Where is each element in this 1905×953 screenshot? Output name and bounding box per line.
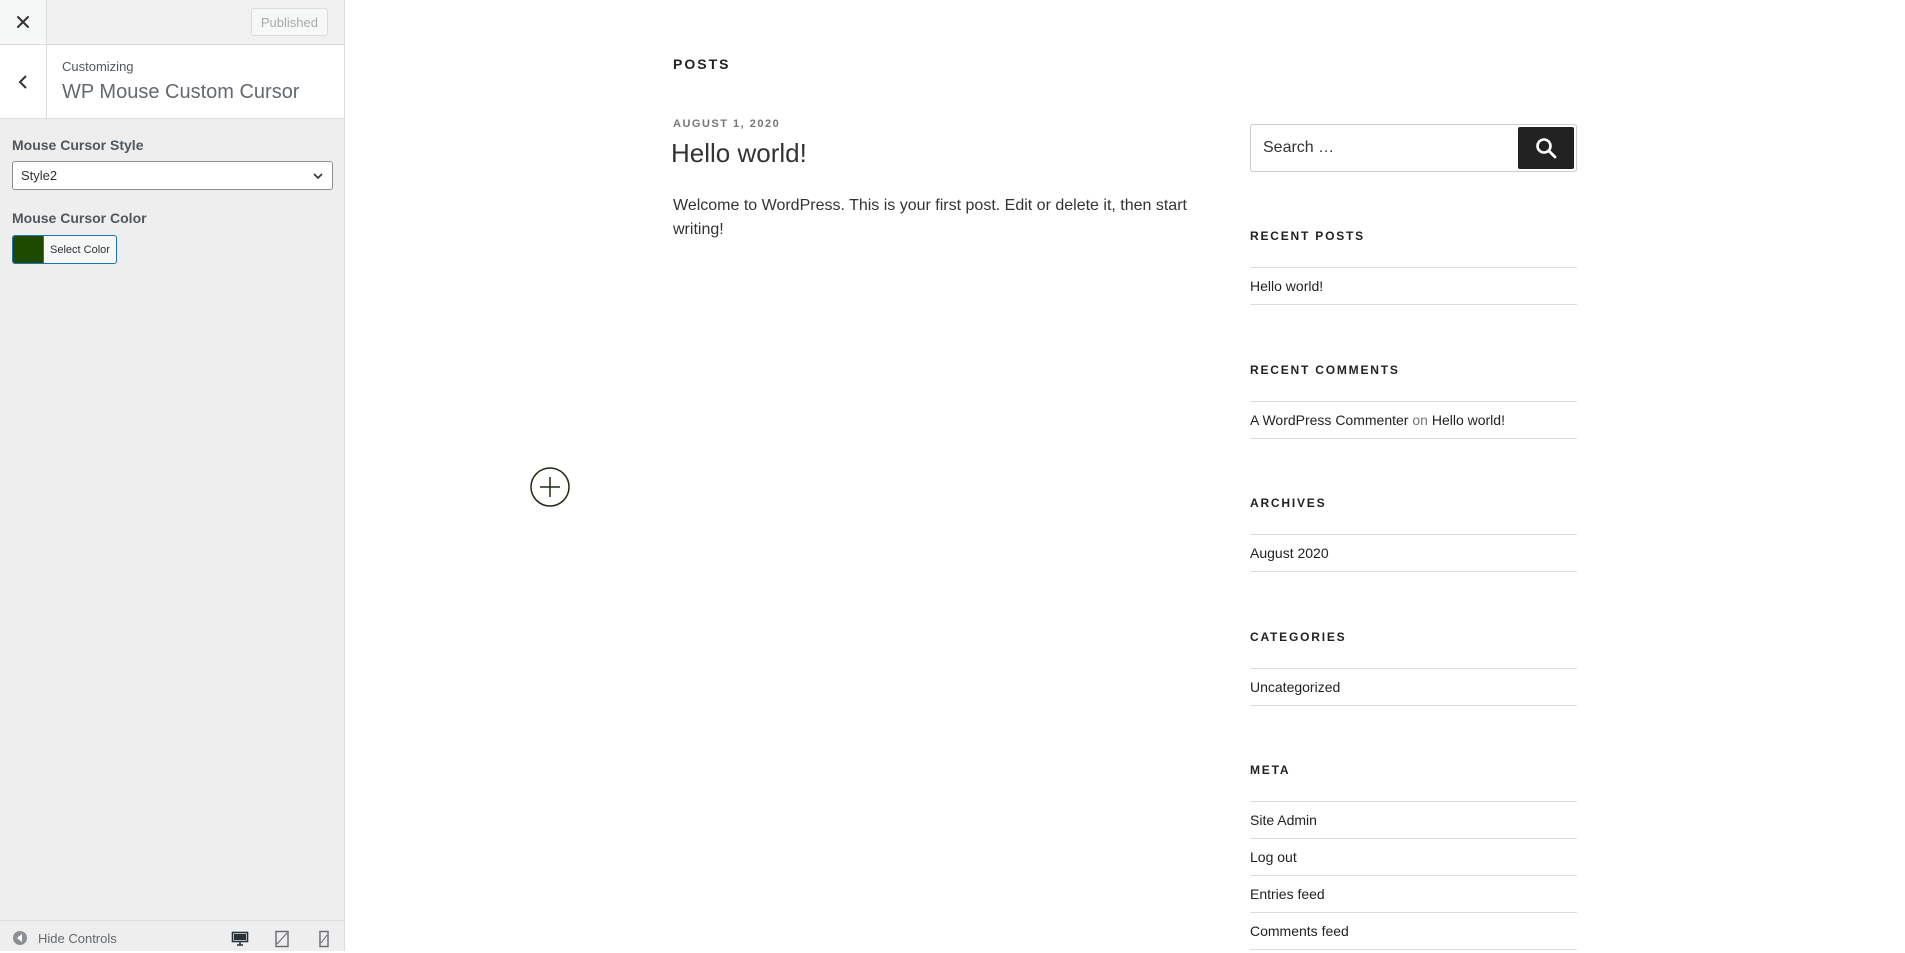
recent-comments-title: RECENT COMMENTS bbox=[1250, 363, 1400, 377]
list-item: Log out bbox=[1250, 838, 1577, 875]
cursor-style-label: Mouse Cursor Style bbox=[12, 137, 144, 153]
close-customizer-button[interactable] bbox=[0, 0, 47, 44]
section-header: Customizing WP Mouse Custom Cursor bbox=[0, 45, 344, 119]
hide-controls-label: Hide Controls bbox=[38, 930, 117, 946]
comment-separator: on bbox=[1412, 412, 1428, 428]
category-link[interactable]: Uncategorized bbox=[1250, 679, 1340, 695]
customizer-footer: Hide Controls bbox=[0, 920, 344, 951]
search-button[interactable] bbox=[1518, 127, 1574, 169]
archives-list: August 2020 bbox=[1250, 534, 1577, 572]
post-title[interactable]: Hello world! bbox=[671, 138, 807, 169]
preview-tablet-button[interactable] bbox=[273, 930, 291, 948]
hide-controls-button[interactable]: Hide Controls bbox=[12, 930, 117, 946]
meta-comments-feed-link[interactable]: Comments feed bbox=[1250, 923, 1349, 939]
meta-site-admin-link[interactable]: Site Admin bbox=[1250, 812, 1317, 828]
select-color-button[interactable]: Select Color bbox=[12, 235, 117, 264]
preview-desktop-button[interactable] bbox=[231, 930, 249, 948]
preview-mobile-button[interactable] bbox=[315, 930, 333, 948]
tablet-icon bbox=[275, 930, 289, 948]
search-form bbox=[1250, 124, 1577, 172]
recent-posts-list: Hello world! bbox=[1250, 267, 1577, 305]
comment-post-link[interactable]: Hello world! bbox=[1432, 412, 1505, 428]
chevron-down-icon bbox=[313, 173, 323, 180]
list-item: Comments feed bbox=[1250, 912, 1577, 950]
archives-title: ARCHIVES bbox=[1250, 496, 1327, 510]
cursor-style-value: Style2 bbox=[21, 168, 58, 183]
site-preview: POSTS AUGUST 1, 2020 Hello world! Welcom… bbox=[345, 0, 1905, 951]
list-item: A WordPress Commenter on Hello world! bbox=[1250, 401, 1577, 439]
back-button[interactable] bbox=[0, 45, 47, 118]
list-item: Uncategorized bbox=[1250, 668, 1577, 706]
desktop-icon bbox=[231, 931, 249, 946]
close-icon bbox=[17, 16, 29, 28]
categories-list: Uncategorized bbox=[1250, 668, 1577, 706]
post-body: Welcome to WordPress. This is your first… bbox=[673, 197, 1187, 238]
cursor-style-select[interactable]: Style2 bbox=[12, 161, 333, 190]
published-button[interactable]: Published bbox=[250, 8, 328, 36]
meta-list: Site Admin Log out Entries feed Comments… bbox=[1250, 801, 1577, 950]
search-input[interactable] bbox=[1251, 125, 1519, 171]
recent-posts-title: RECENT POSTS bbox=[1250, 229, 1365, 243]
list-item: Hello world! bbox=[1250, 267, 1577, 305]
chevron-left-icon bbox=[18, 74, 27, 89]
comment-author-link[interactable]: A WordPress Commenter bbox=[1250, 412, 1408, 428]
categories-title: CATEGORIES bbox=[1250, 630, 1347, 644]
meta-title: META bbox=[1250, 763, 1291, 777]
custom-cursor-plus-icon bbox=[530, 467, 570, 507]
collapse-icon bbox=[13, 931, 27, 945]
list-item: August 2020 bbox=[1250, 534, 1577, 572]
customizer-topbar: Published bbox=[0, 0, 344, 45]
list-item: Site Admin bbox=[1250, 801, 1577, 838]
archive-link[interactable]: August 2020 bbox=[1250, 545, 1329, 561]
post-date[interactable]: AUGUST 1, 2020 bbox=[673, 118, 780, 130]
controls-panel: Mouse Cursor Style Style2 Mouse Cursor C… bbox=[0, 137, 344, 268]
list-item: Entries feed bbox=[1250, 875, 1577, 912]
breadcrumb: Customizing bbox=[62, 59, 134, 74]
recent-post-link[interactable]: Hello world! bbox=[1250, 278, 1323, 294]
customizer-sidebar: Published Customizing WP Mouse Custom Cu… bbox=[0, 0, 345, 951]
section-title: WP Mouse Custom Cursor bbox=[62, 81, 300, 103]
cursor-color-label: Mouse Cursor Color bbox=[12, 210, 147, 226]
search-icon bbox=[1536, 138, 1557, 159]
mobile-icon bbox=[319, 930, 329, 948]
meta-entries-feed-link[interactable]: Entries feed bbox=[1250, 886, 1325, 902]
meta-log-out-link[interactable]: Log out bbox=[1250, 849, 1297, 865]
select-color-label: Select Color bbox=[50, 243, 110, 256]
color-swatch bbox=[13, 236, 44, 263]
posts-heading: POSTS bbox=[673, 56, 731, 72]
recent-comments-list: A WordPress Commenter on Hello world! bbox=[1250, 401, 1577, 439]
